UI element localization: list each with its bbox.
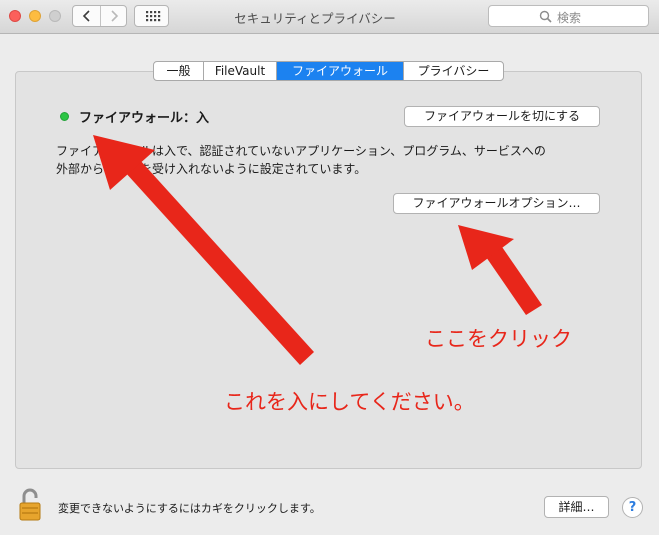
- click-here-annotation: ここをクリック: [425, 327, 572, 351]
- forward-button[interactable]: [101, 6, 128, 26]
- close-window-button[interactable]: [9, 10, 21, 22]
- chevron-right-icon: [111, 10, 119, 22]
- search-icon: [539, 10, 552, 23]
- search-placeholder: 検索: [557, 11, 582, 25]
- firewall-status-label: ファイアウォール：入: [79, 111, 210, 126]
- description-line-2: 外部からの接続を受け入れないように設定されています。: [56, 162, 367, 176]
- tab-general[interactable]: 一般: [154, 62, 204, 80]
- firewall-status-indicator: [60, 112, 69, 121]
- description-line-1: ファイアウォールは入で、認証されていないアプリケーション、プログラム、サービスへ…: [56, 144, 546, 158]
- turn-off-firewall-button[interactable]: ファイアウォールを切にする: [404, 106, 600, 127]
- window-title: セキュリティとプライバシー: [234, 11, 396, 26]
- title-bar: セキュリティとプライバシー 検索: [0, 0, 659, 34]
- tab-filevault[interactable]: FileVault: [204, 62, 277, 80]
- search-field[interactable]: 検索: [488, 5, 649, 27]
- enable-instruction-annotation: これを入にしてください。: [224, 390, 475, 414]
- unlocked-padlock-icon[interactable]: [18, 488, 44, 522]
- tab-firewall[interactable]: ファイアウォール: [277, 62, 404, 80]
- navigation-buttons: [72, 5, 127, 27]
- chevron-left-icon: [82, 10, 90, 22]
- help-button[interactable]: ?: [622, 497, 643, 518]
- tab-bar: 一般 FileVault ファイアウォール プライバシー: [153, 61, 504, 81]
- firewall-options-button[interactable]: ファイアウォールオプション…: [393, 193, 600, 214]
- show-all-button[interactable]: [134, 5, 169, 27]
- zoom-window-button[interactable]: [49, 10, 61, 22]
- firewall-description: ファイアウォールは入で、認証されていないアプリケーション、プログラム、サービスへ…: [56, 142, 616, 178]
- tab-privacy[interactable]: プライバシー: [404, 62, 503, 80]
- back-button[interactable]: [73, 6, 100, 26]
- grid-icon: [146, 11, 161, 22]
- lock-message: 変更できないようにするにはカギをクリックします。: [58, 502, 321, 515]
- advanced-button[interactable]: 詳細…: [544, 496, 609, 518]
- minimize-window-button[interactable]: [29, 10, 41, 22]
